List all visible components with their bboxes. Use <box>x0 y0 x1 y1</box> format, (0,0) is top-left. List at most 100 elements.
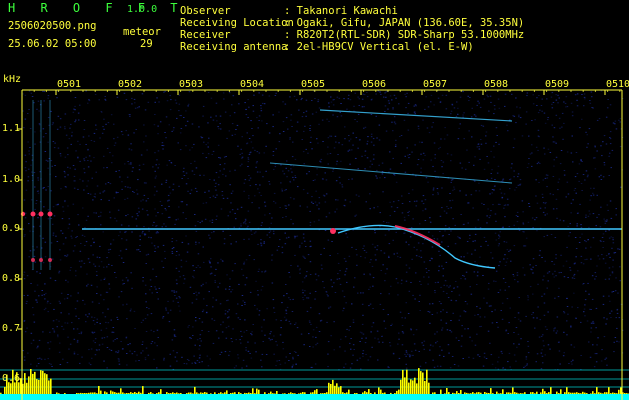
noise-dot <box>480 325 482 327</box>
noise-dot <box>307 152 309 154</box>
noise-dot <box>190 189 193 191</box>
noise-dot <box>471 253 473 255</box>
noise-dot <box>142 280 144 282</box>
noise-dot <box>293 235 296 237</box>
noise-dot <box>416 249 418 251</box>
noise-dot <box>542 334 544 336</box>
hist-bar <box>620 387 622 394</box>
noise-dot <box>70 267 72 268</box>
noise-dot <box>504 282 507 283</box>
noise-dot <box>201 361 203 363</box>
noise-dot <box>272 299 275 301</box>
noise-dot <box>310 307 312 309</box>
noise-dot <box>395 97 397 99</box>
noise-dot <box>404 317 406 319</box>
noise-dot <box>335 180 338 182</box>
noise-dot <box>449 200 451 202</box>
noise-dot <box>594 353 597 355</box>
noise-dot <box>603 162 606 164</box>
noise-dot <box>239 318 241 320</box>
noise-dot <box>98 302 100 304</box>
noise-dot <box>380 250 382 252</box>
hist-bar <box>362 392 364 394</box>
noise-dot <box>63 298 66 300</box>
noise-dot <box>125 215 127 217</box>
noise-dot <box>340 338 342 340</box>
noise-dot <box>162 316 165 318</box>
noise-dot <box>376 137 378 139</box>
noise-dot <box>23 320 26 322</box>
hist-bar <box>284 393 286 394</box>
noise-dot <box>408 157 410 159</box>
noise-dot <box>459 315 462 317</box>
hist-bar <box>100 390 102 394</box>
noise-dot <box>153 221 155 223</box>
noise-dot <box>414 104 417 106</box>
noise-dot <box>42 136 45 138</box>
noise-dot <box>220 324 222 326</box>
noise-dot <box>231 289 234 291</box>
noise-dot <box>28 109 30 110</box>
noise-dot <box>588 128 591 130</box>
hist-bar <box>582 391 584 394</box>
noise-dot <box>65 255 68 257</box>
noise-dot <box>264 334 266 336</box>
noise-dot <box>237 303 239 305</box>
noise-dot <box>37 177 39 179</box>
noise-dot <box>584 240 586 242</box>
noise-dot <box>60 188 62 190</box>
noise-dot <box>78 224 80 226</box>
noise-dot <box>154 208 156 210</box>
noise-dot <box>479 158 481 160</box>
noise-dot <box>133 310 136 312</box>
hist-bar <box>546 393 548 394</box>
noise-dot <box>111 331 113 333</box>
noise-dot <box>120 291 123 293</box>
noise-dot <box>320 264 323 266</box>
noise-dot <box>178 254 180 256</box>
hist-bar <box>568 392 570 394</box>
noise-dot <box>613 351 615 353</box>
noise-dot <box>161 213 164 215</box>
noise-dot <box>72 111 75 113</box>
noise-dot <box>532 293 534 295</box>
noise-dot <box>417 159 420 160</box>
noise-dot <box>305 115 307 117</box>
noise-dot <box>255 351 257 353</box>
hist-bar <box>84 393 86 394</box>
hist-bar <box>310 392 312 394</box>
noise-dot <box>486 302 488 304</box>
noise-dot <box>37 179 40 181</box>
hist-bar <box>80 392 82 394</box>
noise-dot <box>28 90 31 92</box>
noise-dot <box>589 213 591 215</box>
noise-dot <box>441 349 443 351</box>
noise-dot <box>144 357 147 359</box>
noise-dot <box>52 206 55 208</box>
hist-bar <box>468 393 470 394</box>
noise-dot <box>313 221 316 223</box>
noise-dot <box>327 353 329 355</box>
noise-dot <box>609 300 611 302</box>
noise-dot <box>45 133 47 134</box>
noise-dot <box>457 236 459 238</box>
noise-dot <box>75 237 77 238</box>
noise-dot <box>434 333 436 335</box>
noise-dot <box>53 147 56 149</box>
noise-dot <box>169 109 172 111</box>
noise-dot <box>82 299 84 301</box>
hist-bar <box>238 392 240 394</box>
noise-dot <box>73 353 76 355</box>
noise-dot <box>509 188 511 190</box>
noise-dot <box>351 303 353 305</box>
noise-dot <box>87 215 89 217</box>
noise-dot <box>556 330 559 332</box>
noise-dot <box>330 96 332 98</box>
noise-dot <box>229 211 231 213</box>
noise-dot <box>405 367 408 369</box>
noise-dot <box>423 348 425 350</box>
noise-dot <box>491 311 493 313</box>
noise-dot <box>106 291 109 293</box>
y-tick-label: 1.0 <box>2 174 21 185</box>
noise-dot <box>307 297 310 299</box>
